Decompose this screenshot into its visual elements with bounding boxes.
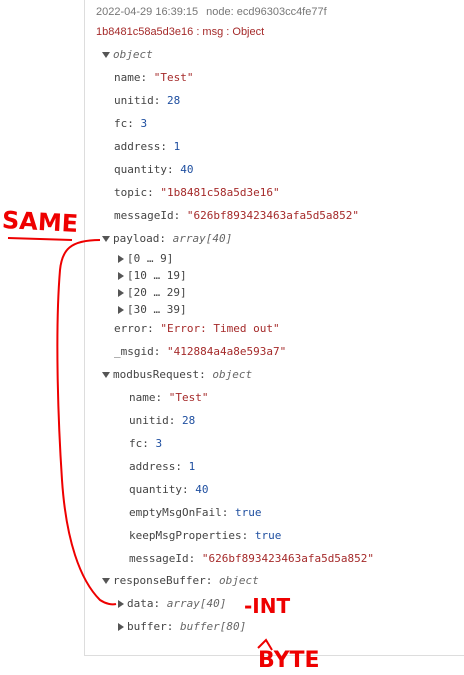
handwritten-annotations <box>7 237 273 651</box>
same-underline <box>7 237 73 241</box>
annotation-same: SAME <box>1 206 79 238</box>
annotation-byte: BYTE <box>258 648 320 673</box>
annotation-int: -INT <box>244 594 291 618</box>
same-bracket-line <box>56 239 117 606</box>
